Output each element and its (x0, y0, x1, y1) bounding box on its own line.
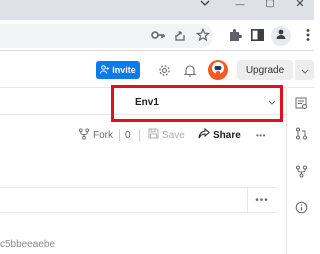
environment-highlight-box (111, 85, 283, 122)
fork-count: 0 (125, 127, 131, 143)
profile-icon (275, 27, 287, 45)
fork-icon[interactable] (294, 164, 308, 178)
invite-button[interactable]: Invite (96, 61, 140, 79)
profile-button[interactable] (271, 26, 291, 46)
settings-gear-icon[interactable] (157, 63, 171, 77)
browser-title-bar: — ▢ ✕ (0, 0, 314, 20)
share-button[interactable]: Share (198, 127, 241, 143)
save-button[interactable]: Save (148, 127, 185, 143)
close-icon: ✕ (295, 0, 305, 10)
extension-icon[interactable] (227, 27, 243, 43)
astronaut-avatar-icon (210, 60, 226, 81)
share-label: Share (213, 129, 241, 141)
maximize-button[interactable]: ▢ (255, 0, 285, 14)
add-user-icon (100, 64, 110, 76)
divider (139, 129, 140, 141)
share-arrow-icon (198, 127, 210, 142)
maximize-icon: ▢ (265, 0, 275, 9)
right-sidebar (286, 88, 314, 254)
invite-label: Invite (112, 65, 136, 75)
fork-count-value: 0 (125, 129, 131, 141)
environment-quick-look-icon[interactable] (294, 96, 308, 110)
fork-label: Fork (93, 129, 113, 141)
minimize-icon: — (235, 0, 245, 9)
info-icon[interactable] (294, 200, 308, 214)
upgrade-button[interactable]: Upgrade (237, 60, 293, 80)
sidepanel-icon[interactable] (249, 27, 265, 43)
pull-request-icon[interactable] (294, 126, 308, 140)
divider (119, 129, 120, 141)
save-label: Save (162, 129, 185, 141)
close-window-button[interactable]: ✕ (285, 0, 315, 14)
kebab-menu-icon[interactable] (300, 27, 316, 43)
more-actions-button[interactable]: ••• (256, 127, 266, 143)
request-action-bar: Fork 0 Save Share ••• (0, 122, 286, 148)
chevron-down-icon (301, 61, 309, 79)
url-more-button[interactable]: ••• (247, 188, 276, 212)
user-avatar[interactable] (208, 60, 228, 80)
minimize-button[interactable]: — (225, 0, 255, 14)
fork-button[interactable]: Fork (78, 127, 113, 143)
upgrade-label: Upgrade (245, 64, 285, 76)
more-horizontal-icon: ••• (256, 130, 266, 140)
key-icon[interactable] (150, 27, 166, 43)
star-icon[interactable] (195, 27, 211, 43)
app-header: Invite Upgrade (0, 52, 314, 88)
partial-text: c5bbeeaebe (0, 239, 56, 250)
fork-icon (78, 127, 90, 143)
more-horizontal-icon: ••• (255, 194, 269, 206)
upgrade-dropdown-button[interactable] (295, 60, 314, 80)
share-icon[interactable] (172, 27, 188, 43)
chevron-down-icon[interactable] (190, 0, 220, 14)
browser-toolbar (0, 20, 314, 51)
bell-icon[interactable] (183, 63, 197, 77)
save-icon (148, 128, 159, 142)
request-url-row: ••• (0, 187, 276, 213)
